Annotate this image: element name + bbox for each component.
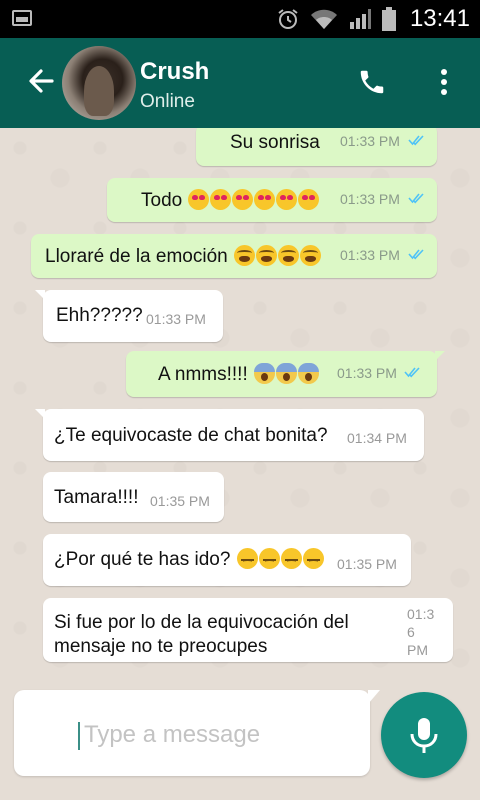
message-text: ¿Te equivocaste de chat bonita? <box>54 425 328 446</box>
message-time: 01:35 PM <box>337 556 397 572</box>
message-incoming[interactable]: Si fue por lo de la equivocación del men… <box>43 598 453 662</box>
message-time: 01:33 PM <box>337 365 397 381</box>
contact-status: Online <box>140 91 195 112</box>
message-text: Ehh????? <box>56 305 143 326</box>
crying-emoji <box>278 245 299 266</box>
wifi-icon <box>310 9 337 29</box>
gallery-notification-icon <box>12 10 32 26</box>
message-time: 6 <box>407 624 415 640</box>
message-outgoing[interactable]: Su sonrisa 01:33 PM <box>196 128 437 166</box>
message-time: 01:34 PM <box>347 430 407 446</box>
message-text: Su sonrisa <box>230 132 320 153</box>
message-text: ¿Por qué te has ido? <box>54 548 324 571</box>
heart-eyes-emoji <box>210 189 232 210</box>
bubble-tail <box>435 351 445 361</box>
message-text-line: Si fue por lo de la equivocación del <box>54 612 349 633</box>
disappointed-emoji <box>302 548 324 569</box>
crying-emoji <box>234 245 255 266</box>
microphone-icon <box>410 718 438 753</box>
mic-button[interactable] <box>381 692 467 778</box>
message-outgoing[interactable]: Todo 01:33 PM <box>107 178 437 222</box>
text-cursor <box>78 722 80 750</box>
contact-name[interactable]: Crush <box>140 58 209 86</box>
double-check-icon <box>408 135 424 146</box>
status-bar: 13:41 <box>0 0 480 38</box>
message-incoming[interactable]: Tamara!!!! 01:35 PM <box>43 472 224 522</box>
message-input[interactable] <box>82 716 356 754</box>
heart-eyes-emoji <box>254 189 276 210</box>
status-time: 13:41 <box>409 5 470 32</box>
arrow-left-icon[interactable] <box>28 68 54 94</box>
signal-icon <box>349 9 371 29</box>
crying-emoji <box>300 245 321 266</box>
disappointed-emoji <box>236 548 258 569</box>
phone-icon[interactable] <box>357 67 387 97</box>
bubble-tail <box>35 409 45 419</box>
message-text: Lloraré de la emoción <box>45 245 321 268</box>
message-text: A nmms!!!! <box>158 363 320 386</box>
message-time: 01:3 <box>407 606 435 622</box>
crying-emoji <box>256 245 277 266</box>
message-composer <box>14 690 380 776</box>
message-outgoing[interactable]: A nmms!!!! 01:33 PM <box>126 351 445 397</box>
message-outgoing[interactable]: Lloraré de la emoción 01:33 PM <box>31 234 437 278</box>
message-time: 01:33 PM <box>146 311 206 327</box>
message-time: 01:33 PM <box>340 133 400 149</box>
message-text: Todo <box>141 189 320 212</box>
more-vert-icon[interactable] <box>440 68 448 96</box>
double-check-icon <box>404 367 420 378</box>
screaming-emoji <box>254 363 276 384</box>
message-time: 01:33 PM <box>340 247 400 263</box>
battery-icon <box>381 7 396 31</box>
message-time: PM <box>407 642 428 658</box>
message-incoming[interactable]: ¿Te equivocaste de chat bonita? 01:34 PM <box>35 409 424 461</box>
screaming-emoji <box>298 363 320 384</box>
bubble-tail <box>35 290 45 300</box>
double-check-icon <box>408 193 424 204</box>
message-text-line: mensaje no te preocupes <box>54 636 268 657</box>
message-text: Tamara!!!! <box>54 487 139 508</box>
heart-eyes-emoji <box>188 189 210 210</box>
heart-eyes-emoji <box>298 189 320 210</box>
heart-eyes-emoji <box>276 189 298 210</box>
heart-eyes-emoji <box>232 189 254 210</box>
disappointed-emoji <box>258 548 280 569</box>
message-time: 01:33 PM <box>340 191 400 207</box>
alarm-icon <box>278 9 298 29</box>
disappointed-emoji <box>280 548 302 569</box>
message-incoming[interactable]: Ehh????? 01:33 PM <box>35 290 223 342</box>
chat-header: Crush Online <box>0 38 480 128</box>
message-list[interactable]: Su sonrisa 01:33 PM Todo 01:33 PM Llorar… <box>0 128 480 688</box>
screaming-emoji <box>276 363 298 384</box>
message-time: 01:35 PM <box>150 493 210 509</box>
message-incoming[interactable]: ¿Por qué te has ido? 01:35 PM <box>43 534 411 586</box>
contact-avatar[interactable] <box>62 46 136 120</box>
double-check-icon <box>408 249 424 260</box>
